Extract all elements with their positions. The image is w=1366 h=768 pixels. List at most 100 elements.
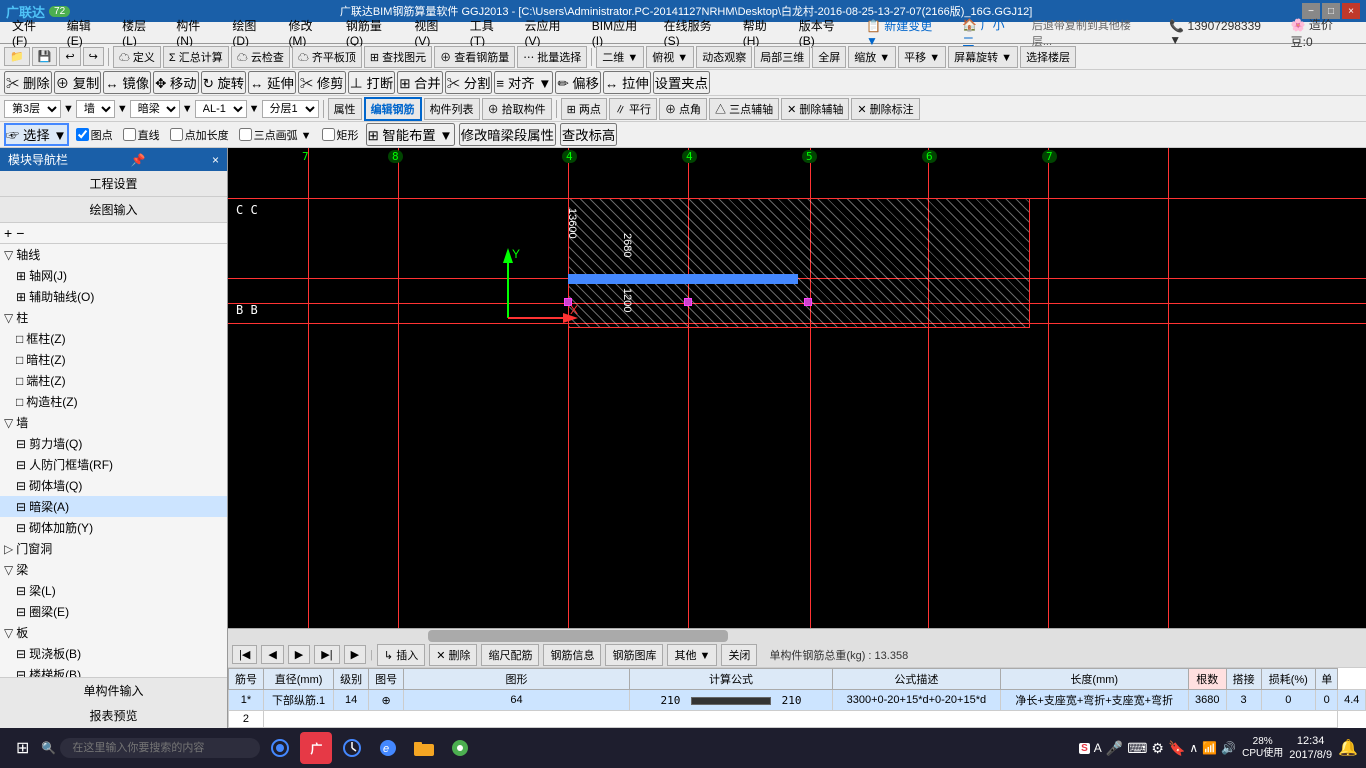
nav-add-button[interactable]: + [4,225,12,241]
undo-button[interactable]: ↩ [59,47,80,66]
rebar-last-btn[interactable]: ▶| [314,645,339,664]
calc-button[interactable]: Σ 汇总计算 [163,46,229,68]
flatten-button[interactable]: ☁ 齐平板顶 [292,46,362,68]
modify-beam-prop-button[interactable]: 修改暗梁段属性 [459,123,556,146]
edit-rebar-button[interactable]: 编辑钢筋 [364,97,422,121]
taskbar-app-chrome[interactable] [444,732,476,764]
rebar-info-btn[interactable]: 钢筋信息 [543,644,601,666]
rebar-play-btn[interactable]: ▶ [344,645,366,664]
project-settings-btn[interactable]: 工程设置 [0,171,227,197]
nav-item-column[interactable]: ▽ 柱 [0,307,227,328]
component-name-select[interactable]: 暗梁 [130,100,180,118]
nav-item-shear-wall[interactable]: ⊟ 剪力墙(Q) [0,433,227,454]
search-button[interactable]: 🔍 [41,741,56,755]
batch-select-button[interactable]: ⋯ 批量选择 [517,46,587,68]
drawing-area[interactable]: Y X 7 8 4 4 5 6 7 C C B B 13600 2680 120… [228,148,1366,628]
view-rebar-button[interactable]: ⊕ 查看钢筋量 [434,46,515,68]
nav-item-frame-col[interactable]: □ 框柱(Z) [0,328,227,349]
parallel-button[interactable]: ∥ 平行 [609,98,657,120]
taskbar-app-cortana[interactable] [264,732,296,764]
nav-item-construct-col[interactable]: □ 构造柱(Z) [0,391,227,412]
two-point-button[interactable]: ⊞ 两点 [561,98,607,120]
taskbar-search[interactable] [60,738,260,758]
handle3[interactable] [804,298,812,306]
nav-minus-button[interactable]: − [16,225,24,241]
rebar-scale-btn[interactable]: 缩尺配筋 [481,644,539,666]
extend-tool[interactable]: ↔ 延伸 [248,71,296,94]
single-component-btn[interactable]: 单构件输入 [0,678,227,703]
nav-item-slab[interactable]: ▽ 板 [0,622,227,643]
rotate-tool[interactable]: ↻ 旋转 [201,71,247,94]
nav-item-aux-axis[interactable]: ⊞ 辅助轴线(O) [0,286,227,307]
dark-beam-element[interactable] [568,274,798,284]
taskbar-app-clock[interactable] [336,732,368,764]
tray-bookmark[interactable]: 🔖 [1168,740,1185,757]
stretch-tool[interactable]: ↔ 拉伸 [603,71,651,94]
taskbar-app-folder[interactable] [408,732,440,764]
merge-tool[interactable]: ⊞ 合并 [397,71,443,94]
snap-rect-checkbox[interactable]: 矩形 [319,127,362,143]
hscrollbar[interactable] [228,628,1366,642]
select-mode-button[interactable]: ☞ 选择 ▼ [4,123,69,146]
report-preview-btn[interactable]: 报表预览 [0,703,227,728]
local-3d-button[interactable]: 局部三维 [754,46,810,68]
rebar-other-btn[interactable]: 其他 ▼ [667,644,717,666]
nav-item-civil-wall[interactable]: ⊟ 人防门框墙(RF) [0,454,227,475]
delete-tool[interactable]: ✂ 删除 [4,71,52,94]
tray-keyboard[interactable]: ⌨ [1127,740,1147,757]
split-tool[interactable]: ✂ 分割 [445,71,493,94]
2d-button[interactable]: 二维 ▼ [596,46,644,68]
menu-edit[interactable]: 编辑(E) [59,15,114,50]
nav-item-dark-beam[interactable]: ⊟ 暗梁(A) [0,496,227,517]
nav-item-beam[interactable]: ▽ 梁 [0,559,227,580]
tray-network[interactable]: 📶 [1202,741,1217,755]
component-type-select[interactable]: 墙 [76,100,115,118]
save-button[interactable]: 💾 [32,47,58,66]
fullscreen-button[interactable]: 全屏 [812,46,846,68]
zoom-button[interactable]: 缩放 ▼ [848,46,896,68]
tray-volume[interactable]: 🔊 [1221,741,1236,755]
menu-file[interactable]: 文件(F) [4,15,59,50]
component-list-button[interactable]: 构件列表 [424,98,480,120]
nav-pin-button[interactable]: 📌 [131,153,146,167]
dynamic-view-button[interactable]: 动态观察 [696,46,752,68]
nav-item-cast-slab[interactable]: ⊟ 现浇板(B) [0,643,227,664]
break-tool[interactable]: ⊥ 打断 [348,71,396,94]
nav-item-beam-l[interactable]: ⊟ 梁(L) [0,580,227,601]
floor-select[interactable]: 第3层 [4,100,61,118]
smart-layout-button[interactable]: ⊞ 智能布置 ▼ [366,123,455,146]
nav-item-masonry-wall[interactable]: ⊟ 砌体墙(Q) [0,475,227,496]
top-view-button[interactable]: 俯视 ▼ [646,46,694,68]
tray-chevron[interactable]: ∧ [1189,741,1198,755]
screen-rotate-button[interactable]: 屏幕旋转 ▼ [948,46,1018,68]
taskbar-app-ie[interactable]: e [372,732,404,764]
snap-point-checkbox[interactable]: 图点 [73,127,116,143]
tray-settings[interactable]: ⚙ [1151,740,1164,757]
nav-item-ring-beam[interactable]: ⊟ 圈梁(E) [0,601,227,622]
redo-button[interactable]: ↪ [83,47,104,66]
notification-area[interactable]: 🔔 [1338,738,1358,758]
find-element-button[interactable]: ⊞ 查找图元 [364,46,432,68]
cloud-check-button[interactable]: ☁ 云检查 [231,46,290,68]
nav-close-button[interactable]: × [212,153,219,167]
rebar-close-btn[interactable]: 关闭 [721,644,757,666]
taskbar-app-glodon[interactable]: 广 [300,732,332,764]
layer-select[interactable]: 分层1 [262,100,319,118]
three-point-axis-button[interactable]: △ 三点辅轴 [709,98,779,120]
start-button[interactable]: ⊞ [8,734,37,762]
rebar-library-btn[interactable]: 钢筋图库 [605,644,663,666]
tray-sougou[interactable]: S [1079,743,1090,754]
table-row[interactable]: 2 [229,711,1366,728]
tray-mic[interactable]: 🎤 [1106,740,1123,757]
edit-tool[interactable]: ✏ 偏移 [555,71,601,94]
snap-arc-checkbox[interactable]: 三点画弧 ▼ [236,127,315,143]
hscroll-thumb[interactable] [428,630,728,642]
check-elevation-button[interactable]: 查改标高 [560,123,617,146]
select-floor-button[interactable]: 选择楼层 [1020,46,1076,68]
snap-point-extend-checkbox[interactable]: 点加长度 [167,127,232,143]
rebar-delete-btn[interactable]: ✕ 删除 [429,644,477,666]
properties-button[interactable]: 属性 [328,98,362,120]
copy-tool[interactable]: ⊕ 复制 [54,71,102,94]
snap-line-checkbox[interactable]: 直线 [120,127,163,143]
set-vertex-tool[interactable]: 设置夹点 [653,71,710,94]
